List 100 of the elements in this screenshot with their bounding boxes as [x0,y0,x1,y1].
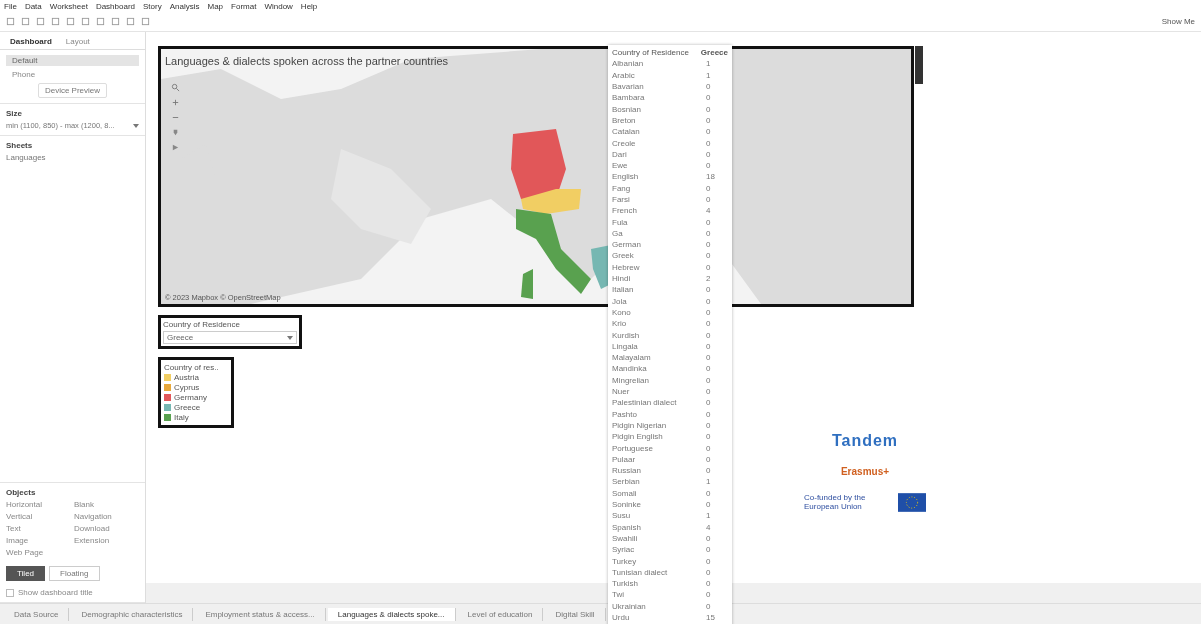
table-cell-text: 0 [706,601,712,611]
device-preview-button[interactable]: Device Preview [37,83,108,98]
sheet-tab[interactable]: Level of education [457,607,544,621]
checkbox[interactable] [6,588,14,597]
object-item[interactable]: Navigation [74,512,139,521]
table-cell: Turkish [612,579,638,589]
table-cell-text: 0 [706,432,712,442]
column-header: Greece [700,48,728,58]
sheet-item[interactable]: Languages [6,153,139,162]
table-cell: Russian [612,466,641,476]
table-cell: Bambara [612,93,645,103]
device-option[interactable]: Phone [6,69,139,80]
table-cell: Kurdish [612,330,640,340]
table-cell-text: 18 [706,172,716,182]
sheet-tab[interactable]: Digital Skill [545,607,606,621]
sheet-tab[interactable]: Languages & dialects spoke... [327,607,456,621]
object-item[interactable]: Image [6,536,71,545]
table-cell: Pidgin English [612,432,663,442]
table-cell: Dari [612,149,627,159]
search-icon[interactable] [171,83,180,92]
table-cell-text: 15 [706,613,716,622]
table-cell-text: 0 [706,82,712,92]
object-item[interactable]: Web Page [6,548,71,557]
table-cell-text: 0 [706,161,712,171]
menu-item[interactable]: Window [264,1,293,11]
table-cell-text: 0 [706,251,712,261]
table-cell-text: 0 [706,115,712,125]
column-header: Country of Residence [612,48,689,58]
table-cell-text: 0 [706,567,712,577]
table-cell: Palestinian dialect [612,398,677,408]
table-cell: Pashto [612,409,637,419]
table-cell-text: 0 [706,93,712,103]
object-item[interactable]: Text [6,524,71,533]
table-cell-text: 0 [706,353,712,363]
table-cell: English [612,172,639,182]
panel-tab[interactable]: Dashboard [4,36,58,47]
table-cell: Turkey [612,556,637,566]
section-title: Sheets [6,141,34,150]
table-cell: Syriac [612,545,635,555]
table-cell: Mingrelian [612,375,649,385]
menu-item[interactable]: Worksheet [49,1,88,11]
table-cell: Hindi [612,274,631,284]
table-cell: German [612,240,641,250]
table-cell-text: 0 [706,579,712,589]
table-cell-text: 1 [706,511,712,521]
legend-label: Italy [174,413,189,422]
menu-item[interactable]: Help [300,1,318,11]
arrow-icon[interactable] [171,143,180,152]
table-cell-text: 0 [706,488,712,498]
object-item[interactable]: Vertical [6,512,71,521]
checkbox-label: Show dashboard title [18,588,93,597]
table-cell: Susu [612,511,631,521]
logo: Erasmus+ [840,466,890,477]
table-cell: Kono [612,307,631,317]
layout-mode-button[interactable]: Tiled [6,566,46,581]
table-cell: Tunisian dialect [612,567,668,577]
table-cell-text: 1 [706,59,712,69]
table-cell: Jola [612,296,627,306]
table-cell-text: 0 [706,556,712,566]
menu-item[interactable]: Story [143,1,162,11]
table-cell-text: 0 [706,341,712,351]
table-cell-text: 0 [706,319,712,329]
object-item[interactable]: Extension [74,536,139,545]
table-cell: Greek [612,251,634,261]
sheet-tab[interactable]: Demographic characteristics [71,607,194,621]
table-cell-text: 0 [706,330,712,340]
menu-item[interactable]: Analysis [169,1,200,11]
filter-dropdown[interactable]: Greece [163,331,297,344]
table-cell: Mandinka [612,364,647,374]
table-cell-text: 0 [706,183,712,193]
table-cell-text: 0 [706,240,712,250]
sheet-tab[interactable]: Data Source [4,607,70,621]
sheet-tab[interactable]: Employment status & access... [195,607,326,621]
object-item[interactable]: Blank [74,500,139,509]
menu-item[interactable]: File [4,1,17,11]
object-item[interactable]: Download [74,524,139,533]
object-item[interactable]: Horizontal [6,500,71,509]
menu-item[interactable]: Dashboard [95,1,136,11]
show-me-button[interactable]: Show Me [1161,17,1195,26]
table-cell: Twi [612,590,624,600]
table-cell-text: 4 [706,206,712,216]
zoom-in-icon[interactable] [171,98,180,107]
layout-mode-button[interactable]: Floating [49,566,100,581]
table-cell-text: 0 [706,420,712,430]
table-cell-text: 0 [706,466,712,476]
menu-item[interactable]: Map [207,1,224,11]
logo: Tandem [831,432,899,450]
panel-tab[interactable]: Layout [59,36,96,47]
table-cell-text: 0 [706,217,712,227]
table-cell-text: 0 [706,195,712,204]
section-title: Objects [6,488,37,497]
table-cell: Ewe [612,161,628,171]
menu-item[interactable]: Format [231,1,257,11]
table-cell: Ga [612,228,623,238]
table-cell-text: 0 [706,454,712,464]
table-cell-text: 0 [706,149,712,159]
table-cell-text: 0 [706,545,712,555]
device-option[interactable]: Default [6,55,139,66]
menu-item[interactable]: Data [24,1,42,11]
table-cell-text: 0 [706,285,712,295]
